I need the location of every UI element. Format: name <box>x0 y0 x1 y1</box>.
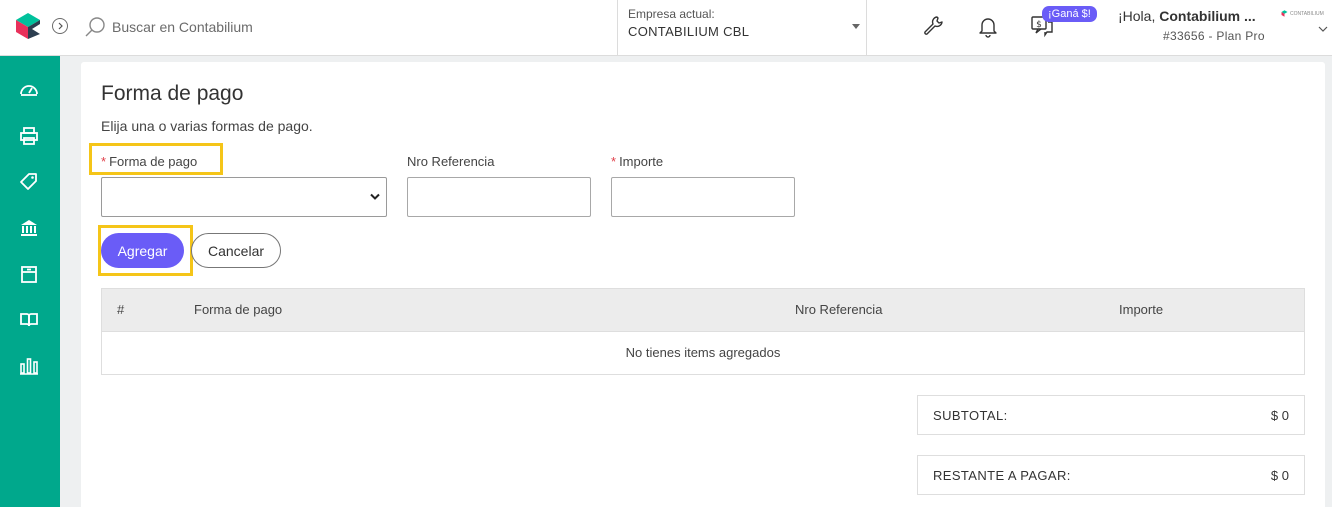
search-icon <box>85 17 105 37</box>
amount-input[interactable] <box>611 177 795 217</box>
payments-table: # Forma de pago Nro Referencia Importe N… <box>101 288 1305 375</box>
contabilium-logo-icon[interactable] <box>14 12 42 40</box>
payment-method-select[interactable] <box>101 177 387 217</box>
remaining-box: RESTANTE A PAGAR: $ 0 <box>917 455 1305 495</box>
reference-input[interactable] <box>407 177 591 217</box>
tag-icon <box>20 173 37 190</box>
bar-chart-icon <box>20 358 38 375</box>
wrench-icon[interactable] <box>922 14 946 38</box>
dashboard-gauge-icon <box>20 85 38 96</box>
svg-text:$: $ <box>1036 20 1042 30</box>
sidebar-item-reports[interactable] <box>17 354 41 378</box>
caret-down-icon <box>852 24 860 29</box>
page-title: Forma de pago <box>101 82 244 105</box>
cancel-button[interactable]: Cancelar <box>191 233 281 268</box>
subtotal-label: SUBTOTAL: <box>933 408 1008 423</box>
company-selector[interactable]: Empresa actual: CONTABILIUM CBL <box>617 0 867 56</box>
contabilium-mini-logo-icon <box>1281 10 1288 17</box>
table-empty-message: No tienes items agregados <box>102 331 1304 374</box>
required-mark: * <box>611 154 617 169</box>
payment-form-card: Forma de pago Elija una o varias formas … <box>81 62 1325 507</box>
add-button[interactable]: Agregar <box>101 233 184 268</box>
amount-label: * Importe <box>611 154 664 169</box>
user-company-logo: CONTABILIUM <box>1281 10 1324 17</box>
company-label: Empresa actual: <box>628 7 715 21</box>
promo-badge[interactable]: ¡Ganá $! <box>1042 6 1097 22</box>
sidebar <box>0 56 60 507</box>
chevron-right-icon <box>58 22 63 30</box>
table-header: # Forma de pago Nro Referencia Importe <box>102 289 1304 331</box>
sidebar-item-banks[interactable] <box>17 216 41 240</box>
reference-label: Nro Referencia <box>407 154 495 169</box>
subtotal-value: $ 0 <box>1270 408 1289 423</box>
chevron-down-icon[interactable] <box>1318 24 1328 34</box>
search-input[interactable] <box>112 14 492 40</box>
user-greeting[interactable]: ¡Hola, Contabilium ... <box>1118 8 1256 24</box>
column-header-reference: Nro Referencia <box>795 302 883 317</box>
page-subtitle: Elija una o varias formas de pago. <box>101 118 313 134</box>
column-header-payment-method: Forma de pago <box>194 302 283 317</box>
column-header-index: # <box>117 302 125 317</box>
sidebar-toggle-button[interactable] <box>52 18 68 34</box>
chevron-down-icon <box>370 193 380 200</box>
book-icon <box>20 313 38 327</box>
printer-icon <box>20 127 38 145</box>
plan-info: #33656 - Plan Pro <box>1163 29 1265 43</box>
bell-icon[interactable] <box>976 14 1000 38</box>
user-logo-text: CONTABILIUM <box>1290 10 1324 17</box>
greeting-name: Contabilium ... <box>1159 8 1256 24</box>
greeting-prefix: ¡Hola, <box>1118 8 1156 24</box>
sidebar-item-dashboard[interactable] <box>17 78 41 102</box>
remaining-value: $ 0 <box>1270 468 1289 483</box>
payment-method-label: * Forma de pago <box>101 154 198 169</box>
company-name: CONTABILIUM CBL <box>628 24 750 39</box>
box-icon <box>21 266 37 283</box>
sidebar-item-sales[interactable] <box>17 124 41 148</box>
bank-icon <box>21 220 37 236</box>
required-mark: * <box>101 154 107 169</box>
top-header: Empresa actual: CONTABILIUM CBL $ ¡Ganá … <box>0 0 1332 56</box>
sidebar-item-products[interactable] <box>17 170 41 194</box>
column-header-amount: Importe <box>1119 302 1164 317</box>
subtotal-box: SUBTOTAL: $ 0 <box>917 395 1305 435</box>
sidebar-item-inventory[interactable] <box>17 262 41 286</box>
sidebar-item-accounting[interactable] <box>17 308 41 332</box>
remaining-label: RESTANTE A PAGAR: <box>933 468 1071 483</box>
